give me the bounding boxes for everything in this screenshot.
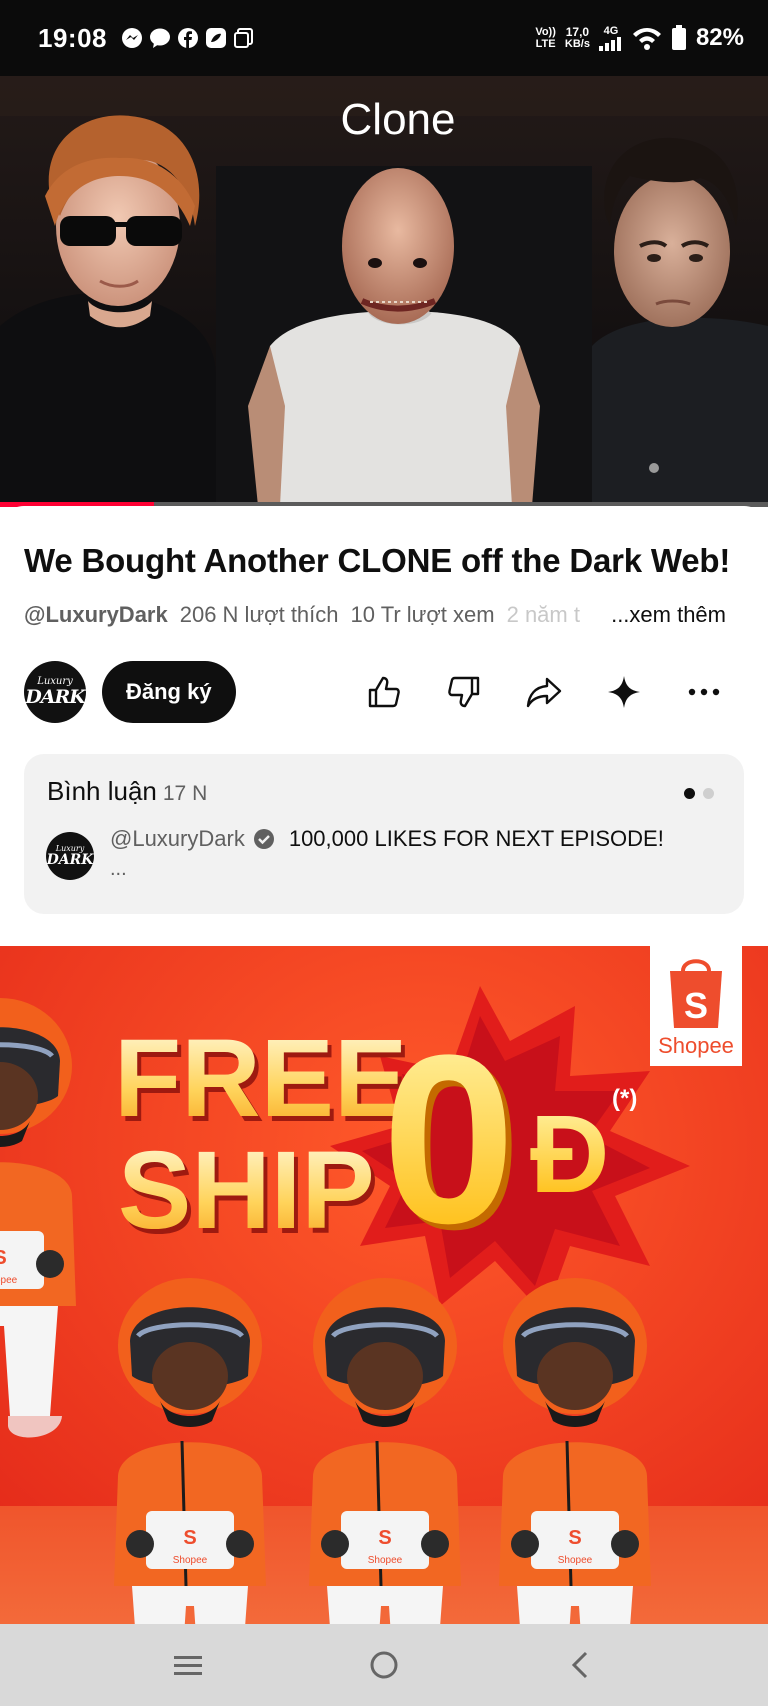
video-title: We Bought Another CLONE off the Dark Web…: [24, 542, 731, 579]
share-icon[interactable]: [504, 661, 584, 723]
ad-line2: SHIP: [118, 1129, 375, 1252]
ad-asterisk: (*): [612, 1085, 637, 1112]
ad-price: 0: [382, 1005, 515, 1273]
status-right: Vo)) LTE 17,0 KB/s 4G 82%: [535, 24, 744, 52]
screen-icon: [233, 27, 255, 49]
pager-dot: [703, 788, 714, 799]
dislike-icon[interactable]: [424, 661, 504, 723]
menu-icon[interactable]: [148, 1635, 228, 1695]
svg-text:Đ: Đ: [530, 1093, 609, 1216]
more-icon[interactable]: [664, 661, 744, 723]
verified-icon: [253, 829, 274, 849]
comments-teaser[interactable]: Bình luận 17 N Luxury DARK @LuxuryDark 10…: [24, 754, 744, 914]
show-more-link[interactable]: ...xem thêm: [591, 602, 726, 628]
channel-handle: @LuxuryDark: [24, 602, 168, 627]
system-nav-bar: [0, 1624, 768, 1706]
ad-banner[interactable]: FREE FREE SHIP SHIP 0 0 Đ (*) S Shopee S…: [0, 946, 768, 1624]
comments-title: Bình luận 17 N: [47, 776, 208, 806]
chat-bubble-icon: [149, 27, 171, 49]
comment-avatar: Luxury DARK: [46, 832, 94, 880]
action-row: Luxury DARK Đăng ký: [24, 660, 744, 724]
view-count: 10 Tr lượt xem: [350, 602, 495, 627]
comment-author: @LuxuryDark: [110, 826, 245, 851]
ad-brand: Shopee: [658, 1033, 734, 1058]
comment-ellipsis: ...: [110, 858, 127, 880]
net-speed: 17,0 KB/s: [564, 25, 590, 50]
svg-text:S: S: [0, 1247, 7, 1269]
battery-percent: 82%: [695, 24, 744, 51]
facebook-icon: [177, 27, 199, 49]
upload-age: 2 năm t: [506, 602, 580, 627]
volte-indicator: Vo)) LTE: [535, 26, 556, 50]
comment-text: 100,000 LIKES FOR NEXT EPISODE!: [288, 826, 664, 851]
comment-line: @LuxuryDark 100,000 LIKES FOR NEXT EPISO…: [110, 826, 664, 852]
ad-line1: FREE: [114, 1017, 407, 1140]
status-time: 19:08: [38, 22, 107, 53]
subscribe-button[interactable]: Đăng ký: [102, 661, 236, 723]
sparkle-icon[interactable]: [584, 661, 664, 723]
messenger-icon: [121, 27, 143, 49]
video-info-sheet: We Bought Another CLONE off the Dark Web…: [0, 506, 768, 946]
video-player[interactable]: Clone: [0, 76, 768, 506]
channel-avatar[interactable]: Luxury DARK: [24, 661, 86, 723]
video-overlay-text: Clone: [341, 95, 456, 144]
home-icon[interactable]: [344, 1635, 424, 1695]
action-icons: [344, 661, 744, 723]
pager-dot-active: [684, 788, 695, 799]
comments-pager: [684, 788, 714, 799]
battery-icon: [671, 25, 686, 50]
shopee-logo-glyph: S: [684, 985, 708, 1026]
video-frame: Clone: [0, 76, 768, 506]
back-icon[interactable]: [540, 1635, 620, 1695]
like-count: 206 N lượt thích: [179, 602, 339, 627]
app-icon: [205, 27, 227, 49]
notification-icons: [121, 27, 255, 49]
like-icon[interactable]: [344, 661, 424, 723]
signal-indicator: 4G: [598, 25, 623, 51]
status-bar: 19:08 Vo)) LTE 17,0 KB/s 4G 82%: [0, 0, 768, 76]
wifi-icon: [632, 28, 661, 50]
signal-bars-icon: [598, 37, 621, 51]
comments-count: 17 N: [162, 782, 208, 805]
svg-text:Shopee: Shopee: [0, 1275, 18, 1286]
ad-artwork: FREE FREE SHIP SHIP 0 0 Đ (*) S Shopee S…: [0, 946, 768, 1624]
